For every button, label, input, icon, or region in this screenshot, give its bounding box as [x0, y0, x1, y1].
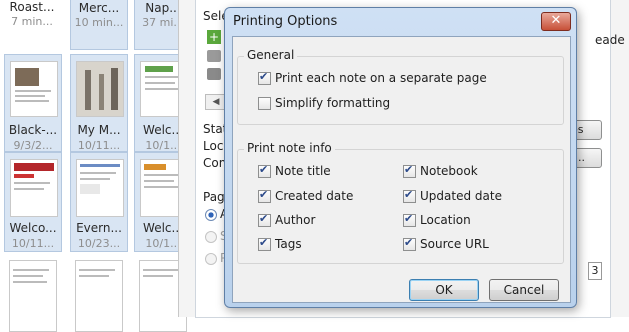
source-url-checkbox[interactable]: Source URL	[403, 236, 489, 251]
add-printer-icon[interactable]: +	[207, 30, 221, 44]
printer-icon[interactable]	[207, 50, 221, 62]
note-preview-image	[76, 159, 124, 217]
close-button[interactable]: ✕	[541, 12, 571, 31]
note-date: 7 min...	[11, 15, 53, 28]
checkbox-box[interactable]	[403, 188, 416, 203]
print-note-info-group: Print note info Note title Created date …	[237, 141, 564, 264]
printer-icon[interactable]	[207, 68, 221, 80]
note-preview-image	[75, 260, 123, 332]
note-preview-image	[10, 159, 58, 217]
checkbox-label: Created date	[275, 189, 354, 203]
author-checkbox[interactable]: Author	[258, 212, 316, 227]
note-date: 10/11...	[77, 139, 121, 152]
note-title: My M...	[77, 123, 121, 137]
note-preview-image	[9, 260, 57, 332]
checkbox-box[interactable]	[258, 96, 271, 110]
pages-radio[interactable]	[205, 253, 217, 265]
print-note-info-title: Print note info	[244, 141, 335, 155]
checkbox-box[interactable]	[403, 212, 416, 227]
note-title-checkbox[interactable]: Note title	[258, 163, 331, 178]
note-date: 10/23...	[77, 237, 121, 250]
note-title: Welco...	[9, 221, 57, 235]
cancel-button[interactable]: Cancel	[489, 279, 559, 301]
tags-checkbox[interactable]: Tags	[258, 236, 302, 251]
checkbox-label: Tags	[275, 237, 302, 251]
selection-radio[interactable]	[205, 231, 217, 243]
checkbox-box[interactable]	[258, 70, 271, 85]
collate-page-icon: 3	[588, 262, 602, 280]
printing-options-dialog: Printing Options ✕ General Print each no…	[224, 7, 577, 308]
notebook-checkbox[interactable]: Notebook	[403, 163, 478, 178]
all-pages-radio[interactable]	[205, 209, 217, 221]
note-date: 10 min...	[74, 16, 124, 29]
checkbox-box[interactable]	[403, 236, 416, 251]
location-checkbox[interactable]: Location	[403, 212, 471, 227]
checkbox-label: Print each note on a separate page	[275, 71, 487, 85]
general-group: General Print each note on a separate pa…	[237, 48, 564, 125]
checkbox-label: Simplify formatting	[275, 96, 391, 110]
simplify-formatting-checkbox[interactable]: Simplify formatting	[258, 96, 390, 110]
note-thumbnail[interactable]: Merc... 10 min...	[70, 0, 128, 50]
checkbox-label: Source URL	[420, 237, 489, 251]
note-date: 9/3/2...	[13, 139, 53, 152]
checkbox-box[interactable]	[258, 212, 271, 227]
checkbox-label: Updated date	[420, 189, 502, 203]
note-thumbnail[interactable]: Welco... 10/11...	[4, 152, 62, 252]
note-title: Evern...	[76, 221, 122, 235]
dialog-title: Printing Options	[233, 14, 338, 29]
note-thumbnail[interactable]	[4, 256, 62, 332]
note-preview-image	[76, 61, 124, 117]
note-thumbnail[interactable]	[70, 256, 128, 332]
checkbox-box[interactable]	[258, 163, 271, 178]
checkbox-box[interactable]	[258, 236, 271, 251]
note-title: Merc...	[78, 1, 120, 15]
note-thumbnail-grid: Roast... 7 min... Merc... 10 min... Nap.…	[0, 0, 192, 332]
note-thumbnail[interactable]: Black-... 9/3/2...	[4, 54, 62, 152]
reader-label: eade	[595, 33, 625, 47]
checkbox-box[interactable]	[403, 163, 416, 178]
dialog-body: General Print each note on a separate pa…	[232, 36, 571, 303]
separate-page-checkbox[interactable]: Print each note on a separate page	[258, 70, 487, 85]
checkbox-box[interactable]	[258, 188, 271, 203]
ok-button[interactable]: OK	[409, 279, 479, 301]
note-date: 10/11...	[11, 237, 55, 250]
checkbox-label: Notebook	[420, 164, 478, 178]
note-thumbnail[interactable]: My M... 10/11...	[70, 54, 128, 152]
note-title: Black-...	[8, 123, 58, 137]
checkbox-label: Location	[420, 213, 471, 227]
note-thumbnail[interactable]: Roast... 7 min...	[4, 0, 62, 50]
checkbox-label: Note title	[275, 164, 331, 178]
checkbox-label: Author	[275, 213, 316, 227]
updated-date-checkbox[interactable]: Updated date	[403, 188, 502, 203]
note-title: Roast...	[9, 0, 55, 14]
created-date-checkbox[interactable]: Created date	[258, 188, 354, 203]
note-preview-image	[10, 61, 58, 117]
general-group-title: General	[244, 48, 298, 62]
note-thumbnail[interactable]: Evern... 10/23...	[70, 152, 128, 252]
